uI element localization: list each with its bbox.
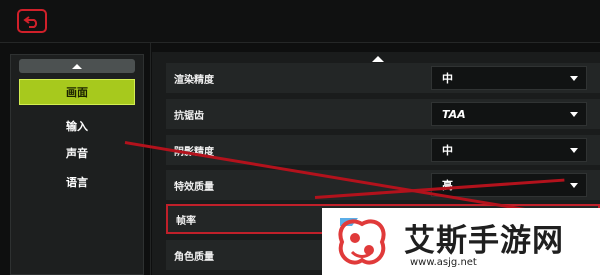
top-bar xyxy=(0,0,600,42)
sidebar-item-label: 输入 xyxy=(66,120,88,133)
setting-row-anti-aliasing: 抗锯齿 TAA xyxy=(166,99,600,129)
watermark-title: 艾斯手游网 xyxy=(404,223,564,259)
setting-label: 帧率 xyxy=(176,215,196,227)
shadow-precision-dropdown[interactable]: 中 xyxy=(431,138,587,162)
caret-down-icon xyxy=(570,148,578,153)
caret-down-icon xyxy=(570,183,578,188)
dropdown-value: 中 xyxy=(442,72,453,85)
setting-row-render-precision: 渲染精度 中 xyxy=(166,63,600,93)
sidebar-scroll-up-button[interactable] xyxy=(19,59,135,73)
settings-sidebar: 画面 输入 声音 语言 xyxy=(10,54,144,275)
setting-label: 渲染精度 xyxy=(174,74,214,86)
setting-label: 角色质量 xyxy=(174,251,214,263)
dropdown-value: 中 xyxy=(442,144,453,157)
sidebar-item-input[interactable]: 输入 xyxy=(19,113,135,139)
dropdown-value: 高 xyxy=(442,179,453,192)
anti-aliasing-dropdown[interactable]: TAA xyxy=(431,102,587,126)
sidebar-item-label: 声音 xyxy=(66,147,88,160)
content-scroll-up-button[interactable] xyxy=(372,56,384,62)
top-divider xyxy=(0,42,600,43)
sidebar-item-label: 语言 xyxy=(66,176,88,189)
panel-divider xyxy=(150,43,151,275)
render-precision-dropdown[interactable]: 中 xyxy=(431,66,587,90)
caret-down-icon xyxy=(570,112,578,117)
back-arrow-icon xyxy=(23,16,38,28)
chevron-up-icon xyxy=(72,64,82,69)
watermark-url: www.asjg.net xyxy=(410,257,477,268)
setting-label: 特效质量 xyxy=(174,181,214,193)
sidebar-item-language[interactable]: 语言 xyxy=(19,169,135,195)
back-button[interactable] xyxy=(17,9,47,33)
setting-label: 抗锯齿 xyxy=(174,110,204,122)
caret-down-icon xyxy=(570,76,578,81)
sidebar-item-label: 画面 xyxy=(66,86,88,99)
watermark: 艾斯手游网 www.asjg.net xyxy=(322,208,600,275)
sidebar-item-display[interactable]: 画面 xyxy=(19,79,135,105)
watermark-logo xyxy=(338,218,386,265)
sidebar-item-sound[interactable]: 声音 xyxy=(19,140,135,166)
dropdown-value: TAA xyxy=(442,107,466,121)
